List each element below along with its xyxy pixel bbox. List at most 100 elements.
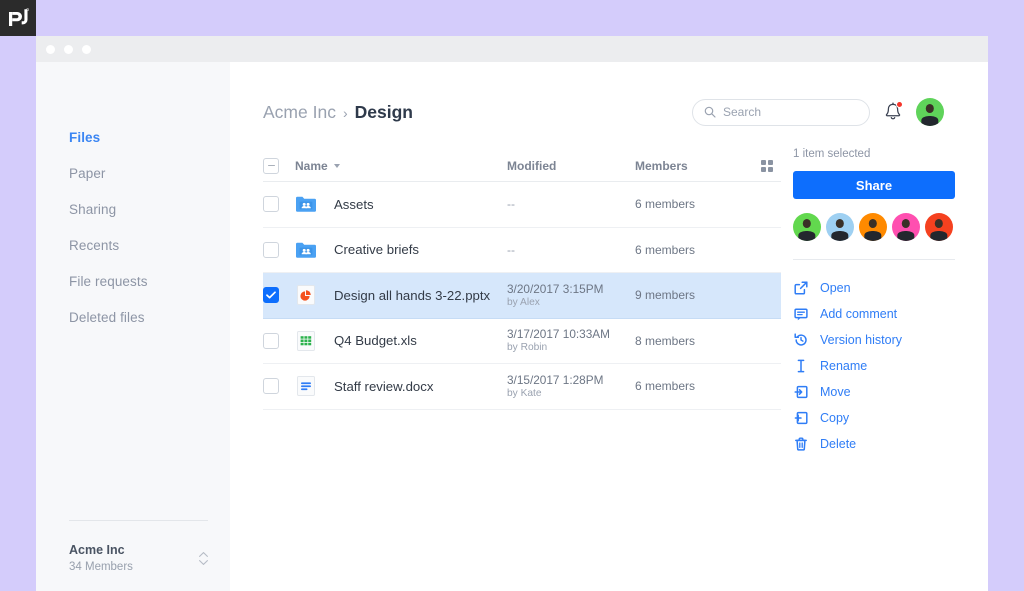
row-select-cell	[263, 196, 295, 213]
action-label: Add comment	[820, 306, 898, 321]
column-header-members-label: Members	[635, 158, 688, 173]
member-avatar-5[interactable]	[925, 213, 953, 241]
sidebar-item-paper[interactable]: Paper	[36, 155, 230, 191]
row-modified-date: 3/20/2017 3:15PM	[507, 281, 604, 296]
action-open[interactable]: Open	[793, 275, 966, 301]
notifications-button[interactable]	[884, 101, 903, 122]
grid-view-icon	[761, 159, 773, 172]
avatar[interactable]	[916, 98, 944, 126]
row-member-count: 6 members	[635, 197, 696, 212]
member-avatar-3[interactable]	[859, 213, 887, 241]
row-checkbox[interactable]	[263, 241, 279, 258]
table-row[interactable]: Q4 Budget.xls 3/17/2017 10:33AM by Robin…	[263, 319, 781, 364]
column-header-name-label: Name	[295, 158, 328, 173]
table-header-row: Name Modified Members	[263, 150, 781, 182]
table-row[interactable]: Assets -- 6 members	[263, 182, 781, 228]
sidebar-item-sharing[interactable]: Sharing	[36, 191, 230, 227]
selection-count: 1 item selected	[793, 148, 871, 160]
column-header-modified[interactable]: Modified	[507, 159, 635, 173]
search-box[interactable]	[692, 98, 870, 126]
select-all-checkbox[interactable]	[263, 157, 279, 174]
member-avatar-list	[793, 213, 966, 241]
avatar-head	[835, 218, 845, 228]
row-file-name[interactable]: Staff review.docx	[334, 379, 433, 394]
action-rename[interactable]: Rename	[793, 353, 966, 379]
sidebar-item-label: Sharing	[69, 201, 117, 217]
row-modified-cell: 3/17/2017 10:33AM by Robin	[507, 327, 635, 354]
row-file-name[interactable]: Design all hands 3-22.pptx	[334, 288, 490, 303]
action-label: Delete	[820, 436, 857, 451]
pandadoc-logo-icon	[9, 8, 29, 26]
selection-action-panel: 1 item selected Share Open Add comment V…	[781, 126, 966, 457]
row-select-cell	[263, 241, 295, 258]
view-toggle-button[interactable]	[747, 159, 773, 172]
avatar-body	[831, 230, 849, 241]
table-row[interactable]: Staff review.docx 3/15/2017 1:28PM by Ka…	[263, 364, 781, 410]
sidebar-item-files[interactable]: Files	[36, 119, 230, 155]
caret-down-icon	[333, 164, 340, 168]
share-button[interactable]: Share	[793, 171, 955, 199]
action-copy[interactable]: Copy	[793, 405, 966, 431]
brand-logo	[0, 0, 36, 36]
left-sidebar: Files Paper Sharing Recents File request…	[36, 62, 230, 591]
column-header-modified-label: Modified	[507, 158, 557, 173]
row-name-cell: Creative briefs	[295, 239, 507, 261]
row-members-cell: 6 members	[635, 195, 747, 213]
avatar-body	[864, 230, 882, 241]
row-checkbox[interactable]	[263, 378, 279, 395]
sidebar-item-label: File requests	[69, 273, 148, 289]
row-members-cell: 9 members	[635, 286, 747, 304]
window-close-dot[interactable]	[46, 44, 55, 54]
chevron-updown-icon[interactable]	[199, 552, 208, 565]
action-move[interactable]: Move	[793, 379, 966, 405]
row-file-name[interactable]: Q4 Budget.xls	[334, 333, 417, 348]
row-name-cell: Q4 Budget.xls	[295, 330, 507, 352]
row-modified-by: by Kate	[507, 387, 542, 399]
row-file-name[interactable]: Assets	[334, 197, 374, 212]
member-avatar-4[interactable]	[892, 213, 920, 241]
sidebar-item-label: Paper	[69, 165, 106, 181]
avatar-head	[868, 218, 878, 228]
action-add-comment[interactable]: Add comment	[793, 301, 966, 327]
sidebar-item-file-requests[interactable]: File requests	[36, 263, 230, 299]
file-type-icon	[295, 239, 317, 261]
avatar-head	[925, 103, 935, 113]
comment-icon	[793, 307, 808, 321]
sidebar-item-recents[interactable]: Recents	[36, 227, 230, 263]
member-avatar-1[interactable]	[793, 213, 821, 241]
shared-folder-icon	[296, 242, 316, 258]
column-header-name[interactable]: Name	[295, 159, 507, 173]
file-type-icon	[295, 330, 317, 352]
action-label: Rename	[820, 358, 868, 373]
row-modified-cell: 3/15/2017 1:28PM by Kate	[507, 373, 635, 400]
column-header-members[interactable]: Members	[635, 159, 747, 173]
top-bar: Acme Inc › Design	[263, 62, 988, 126]
breadcrumb-separator: ›	[342, 104, 348, 121]
row-file-name[interactable]: Creative briefs	[334, 242, 419, 257]
select-all-cell	[263, 157, 295, 174]
sidebar-nav: Files Paper Sharing Recents File request…	[36, 62, 230, 335]
trash-icon	[793, 437, 808, 451]
action-label: Move	[820, 384, 851, 399]
member-avatar-2[interactable]	[826, 213, 854, 241]
row-modified-cell: --	[507, 241, 635, 259]
window-maximize-dot[interactable]	[82, 44, 91, 54]
row-modified-date: 3/15/2017 1:28PM	[507, 372, 604, 387]
search-input[interactable]	[723, 105, 853, 119]
text-cursor-icon	[793, 359, 808, 373]
open-external-icon	[793, 281, 808, 295]
sidebar-item-deleted-files[interactable]: Deleted files	[36, 299, 230, 335]
avatar-head	[802, 218, 812, 228]
row-checkbox[interactable]	[263, 287, 279, 304]
table-row[interactable]: Creative briefs -- 6 members	[263, 228, 781, 273]
row-checkbox[interactable]	[263, 196, 279, 213]
action-delete[interactable]: Delete	[793, 431, 966, 457]
row-checkbox[interactable]	[263, 332, 279, 349]
action-label: Copy	[820, 410, 850, 425]
team-switcher[interactable]: Acme Inc 34 Members	[36, 520, 230, 591]
breadcrumb-parent[interactable]: Acme Inc	[263, 102, 336, 123]
action-version-history[interactable]: Version history	[793, 327, 966, 353]
window-minimize-dot[interactable]	[64, 44, 73, 54]
row-modified-by: by Robin	[507, 342, 548, 354]
table-row[interactable]: Design all hands 3-22.pptx 3/20/2017 3:1…	[263, 273, 781, 319]
